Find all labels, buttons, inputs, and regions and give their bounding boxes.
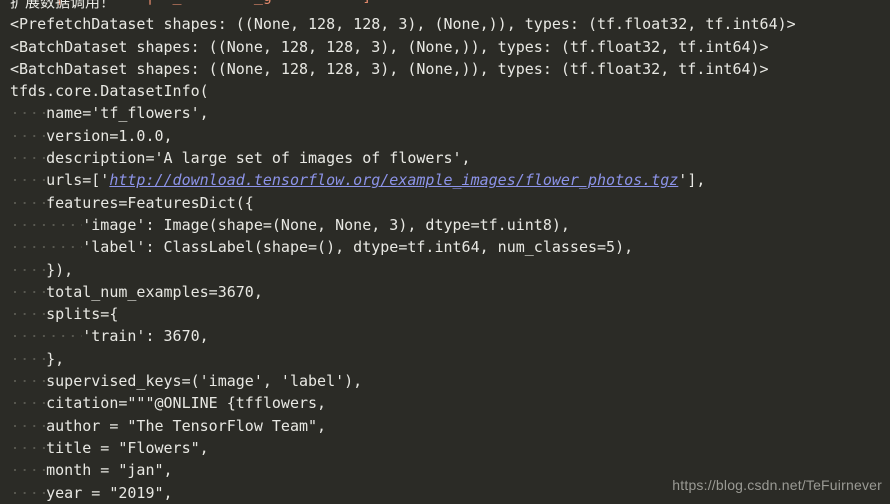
- indent-guide: [10, 417, 46, 435]
- indent-guide: [10, 238, 82, 256]
- indent-guide: [10, 372, 46, 390]
- watermark-blog-url: https://blog.csdn.net/TeFuirnever: [672, 476, 882, 493]
- console-line-text: 'train': 3670,: [82, 327, 209, 346]
- console-line-text: splits={: [46, 305, 119, 324]
- console-line-text: author = "The TensorFlow Team",: [46, 416, 327, 435]
- console-line-text: urls=[': [46, 171, 110, 190]
- console-line-text: <BatchDataset shapes: ((None, 128, 128, …: [10, 37, 769, 56]
- console-line-text: <PrefetchDataset shapes: ((None, 128, 12…: [10, 15, 796, 34]
- indent-guide: [10, 127, 46, 145]
- console-line: description='A large set of images of fl…: [10, 147, 796, 169]
- console-line: }),: [10, 259, 796, 281]
- console-line-text: description='A large set of images of fl…: [46, 149, 471, 168]
- console-line-text: 'image': Image(shape=(None, None, 3), dt…: [82, 215, 570, 234]
- console-line-text: <BatchDataset shapes: ((None, 128, 128, …: [10, 59, 769, 78]
- indent-guide: [10, 149, 46, 167]
- indent-guide: [10, 194, 46, 212]
- console-line-text: version=1.0.0,: [46, 126, 173, 145]
- console-line-text: year = "2019",: [46, 483, 173, 502]
- console-line-text: name='tf_flowers',: [46, 104, 209, 123]
- console-line: 扩展数据调用！: [10, 0, 796, 13]
- console-line: urls=['http://download.tensorflow.org/ex…: [10, 169, 796, 191]
- console-line-text: month = "jan",: [46, 461, 173, 480]
- console-line-text: title = "Flowers",: [46, 438, 209, 457]
- indent-guide: [10, 171, 46, 189]
- indent-guide: [10, 104, 46, 122]
- console-line-text: 扩展数据调用！: [10, 0, 116, 11]
- console-line: total_num_examples=3670,: [10, 281, 796, 303]
- indent-guide: [10, 283, 46, 301]
- console-line-text: supervised_keys=('image', 'label'),: [46, 372, 363, 391]
- console-text-body: 扩展数据调用！ <PrefetchDataset shapes: ((None, …: [10, 0, 796, 504]
- console-line-text: },: [46, 349, 65, 368]
- console-line-text: 'label': ClassLabel(shape=(), dtype=tf.i…: [82, 238, 634, 257]
- console-line: tfds.core.DatasetInfo(: [10, 80, 796, 102]
- console-line: citation="""@ONLINE {tfflowers,: [10, 392, 796, 414]
- console-line: author = "The TensorFlow Team",: [10, 415, 796, 437]
- indent-guide: [10, 394, 46, 412]
- console-line: supervised_keys=('image', 'label'),: [10, 370, 796, 392]
- console-line-text: tfds.core.DatasetInfo(: [10, 82, 209, 101]
- indent-guide: [10, 350, 46, 368]
- indent-guide: [10, 305, 46, 323]
- terminal-output-console: | | _ _g ] 扩展数据调用！<PrefetchDataset shape…: [0, 0, 890, 504]
- indent-guide: [10, 261, 46, 279]
- console-line-text: total_num_examples=3670,: [46, 282, 263, 301]
- console-line-text-tail: '],: [678, 171, 706, 190]
- indent-guide: [10, 327, 82, 345]
- indent-guide: [10, 216, 82, 234]
- console-line: 'label': ClassLabel(shape=(), dtype=tf.i…: [10, 236, 796, 258]
- console-line: version=1.0.0,: [10, 125, 796, 147]
- console-line-text: }),: [46, 260, 74, 279]
- console-line-text: features=FeaturesDict({: [46, 193, 254, 212]
- indent-guide: [10, 439, 46, 457]
- console-line: <BatchDataset shapes: ((None, 128, 128, …: [10, 58, 796, 80]
- console-line: splits={: [10, 303, 796, 325]
- console-line: },: [10, 348, 796, 370]
- dataset-url-link[interactable]: http://download.tensorflow.org/example_i…: [109, 171, 678, 189]
- console-line: features=FeaturesDict({: [10, 192, 796, 214]
- console-line: <BatchDataset shapes: ((None, 128, 128, …: [10, 36, 796, 58]
- indent-guide: [10, 484, 46, 502]
- console-line: 'train': 3670,: [10, 325, 796, 347]
- console-line: <PrefetchDataset shapes: ((None, 128, 12…: [10, 13, 796, 35]
- console-line-text: citation="""@ONLINE {tfflowers,: [46, 394, 327, 413]
- console-line: 'image': Image(shape=(None, None, 3), dt…: [10, 214, 796, 236]
- indent-guide: [10, 461, 46, 479]
- console-line: name='tf_flowers',: [10, 102, 796, 124]
- console-line: title = "Flowers",: [10, 437, 796, 459]
